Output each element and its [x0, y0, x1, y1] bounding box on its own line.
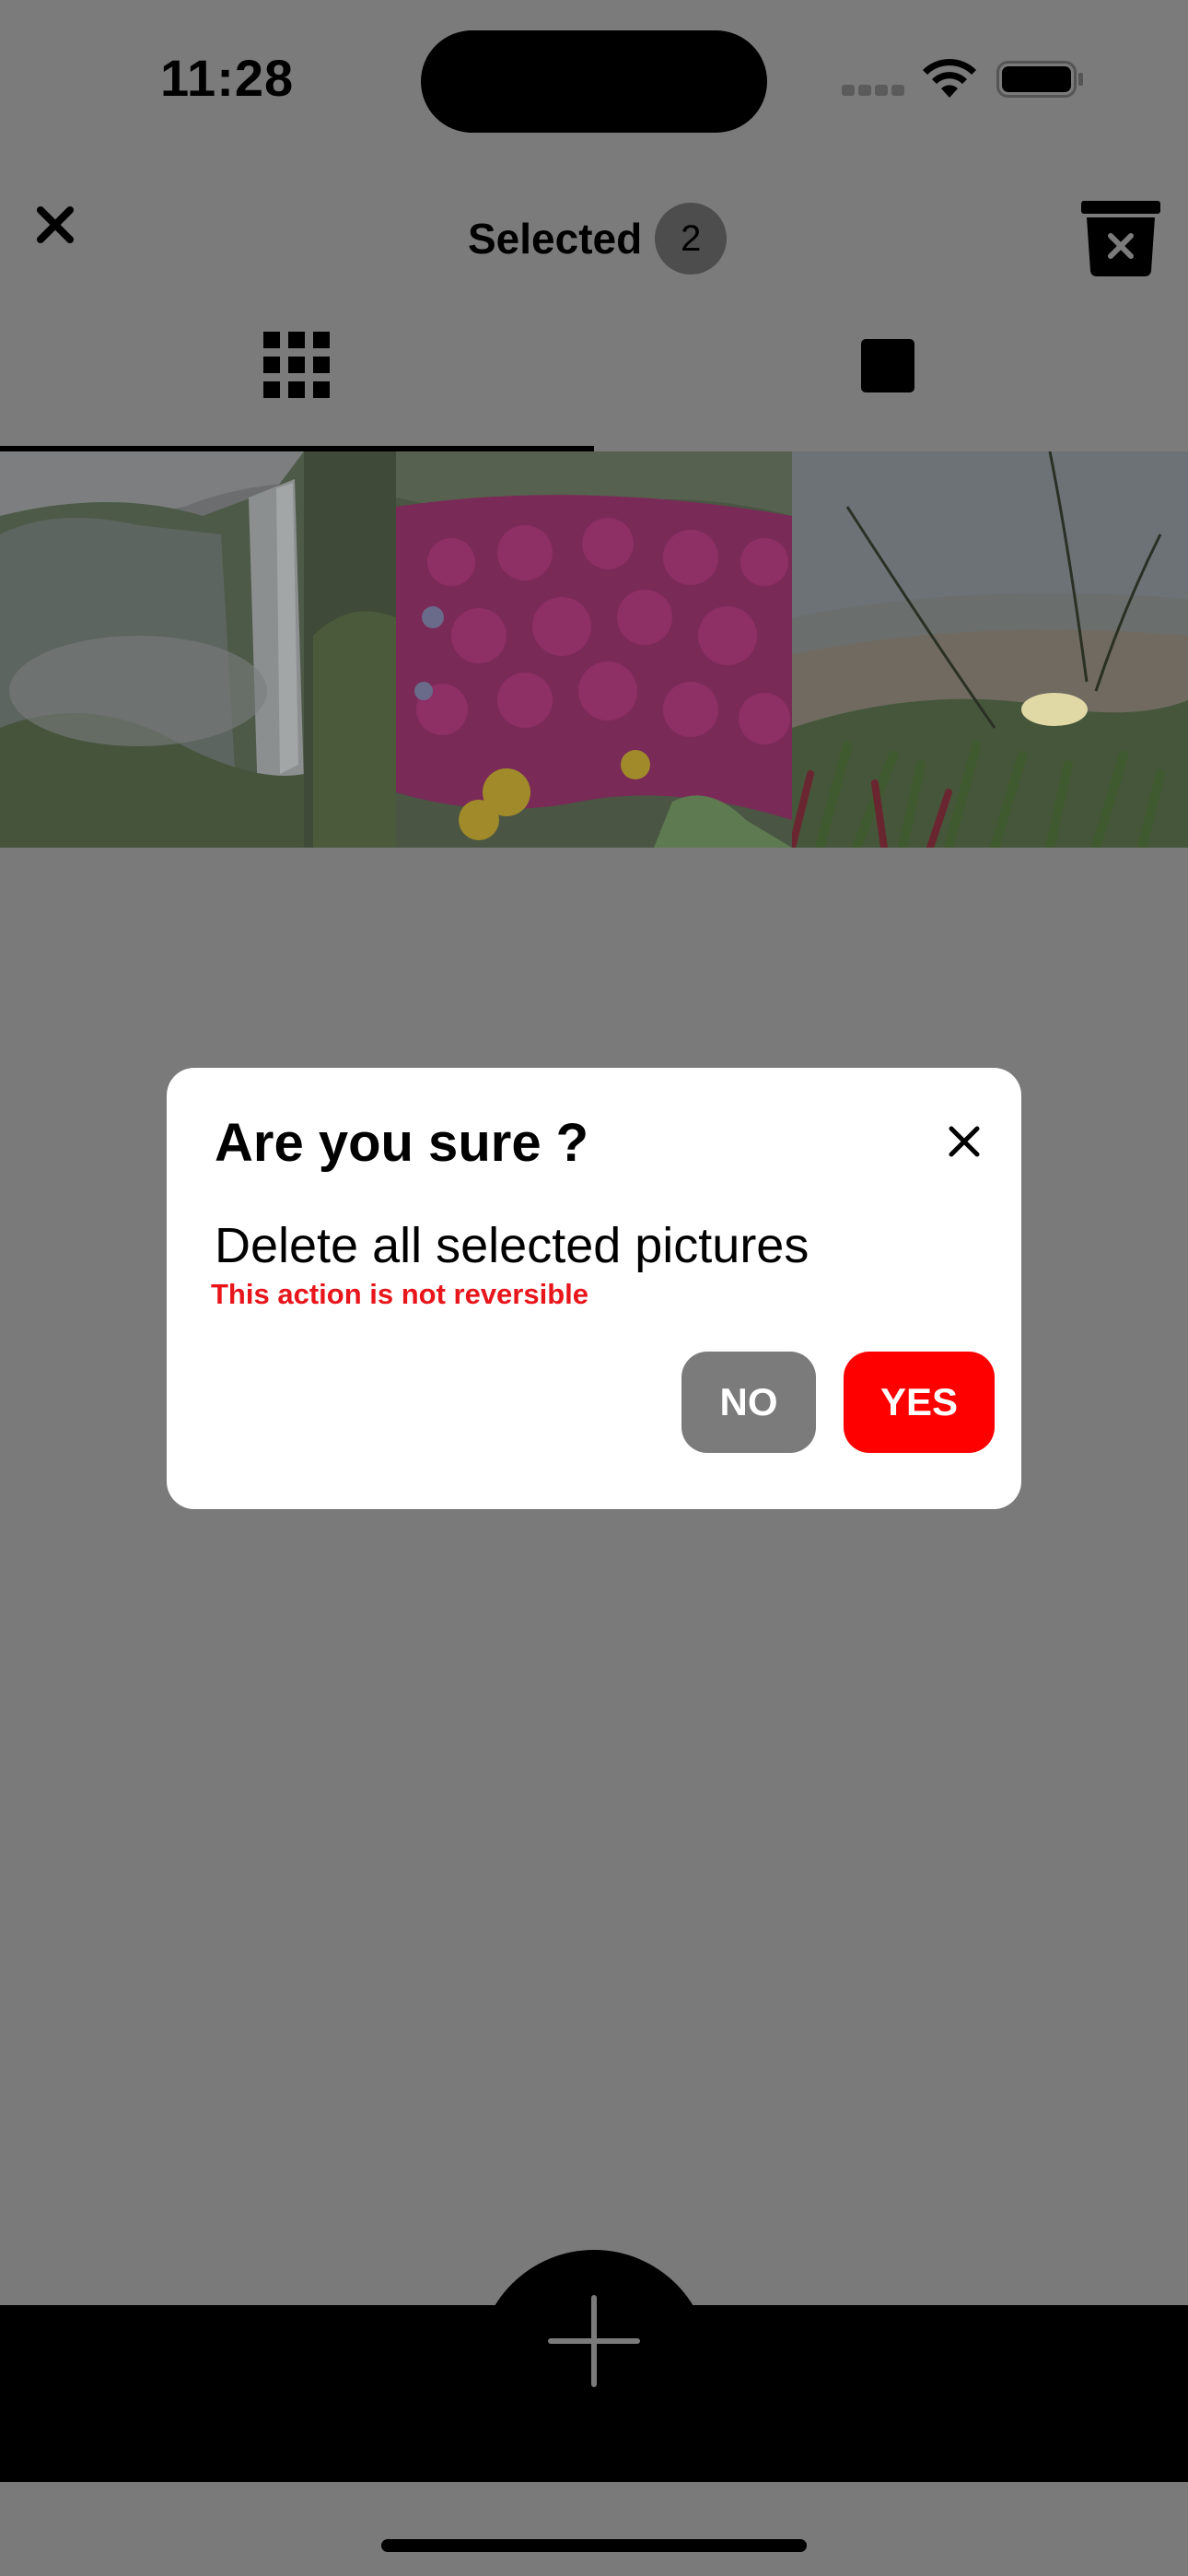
status-bar: 11:28 — [0, 0, 1188, 164]
photo-pink-flowers[interactable] — [396, 451, 792, 848]
no-button[interactable]: NO — [681, 1352, 816, 1453]
yes-button[interactable]: YES — [844, 1352, 995, 1453]
confirm-delete-dialog: Are you sure ? Delete all selected pictu… — [167, 1068, 1021, 1509]
view-mode-tabs — [0, 304, 1188, 451]
plus-icon — [548, 2295, 640, 2387]
dialog-warning: This action is not reversible — [211, 1278, 589, 1310]
photo-waterfall[interactable] — [0, 451, 396, 848]
signal-icon — [842, 85, 906, 96]
close-icon[interactable] — [35, 205, 76, 245]
dynamic-island — [421, 30, 767, 133]
square-icon — [861, 339, 914, 392]
grid-icon — [263, 332, 330, 398]
dialog-message: Delete all selected pictures — [215, 1218, 809, 1273]
trash-icon[interactable] — [1081, 201, 1160, 276]
tab-single-view[interactable] — [594, 304, 1188, 451]
tab-grid-view[interactable] — [0, 304, 594, 451]
battery-icon — [996, 61, 1083, 98]
close-icon[interactable] — [948, 1125, 981, 1158]
home-indicator — [381, 2539, 807, 2552]
selected-count-badge: 2 — [655, 203, 728, 275]
selection-toolbar: Selected 2 — [0, 164, 1188, 304]
photo-succulents[interactable] — [792, 451, 1188, 848]
wifi-icon — [923, 58, 976, 98]
selected-indicator: Selected 2 — [468, 201, 728, 276]
selected-label: Selected — [468, 215, 643, 263]
photo-grid — [0, 451, 1188, 848]
status-time: 11:28 — [160, 49, 295, 107]
dialog-title: Are you sure ? — [215, 1113, 589, 1173]
